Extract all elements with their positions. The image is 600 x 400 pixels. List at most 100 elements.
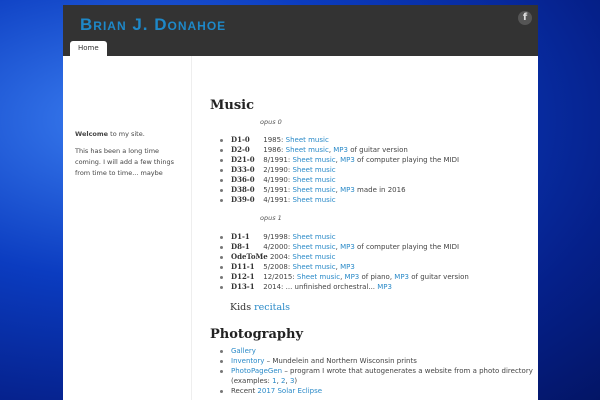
item-link[interactable]: Sheet music: [292, 176, 335, 184]
item-text: 9/1998:: [263, 233, 293, 241]
music-heading: Music: [210, 98, 255, 113]
item-text: 12/2015:: [263, 273, 297, 281]
item-text: of guitar version: [409, 273, 469, 281]
piece-code: D1-0: [231, 135, 250, 144]
list-item: D1-0 1985: Sheet music: [220, 135, 459, 145]
piece-code: D2-0: [231, 145, 250, 154]
item-link[interactable]: MP3: [377, 283, 392, 291]
list-item: Gallery: [220, 346, 533, 356]
item-link[interactable]: Inventory: [231, 357, 264, 365]
item-link[interactable]: Sheet music: [292, 253, 335, 261]
list-item: D8-1 4/2000: Sheet music, MP3 of compute…: [220, 242, 469, 252]
piece-code: D1-1: [231, 232, 250, 241]
list-item: D11-1 5/2008: Sheet music, MP3: [220, 262, 469, 272]
piece-code: D38-0: [231, 185, 255, 194]
photography-list: Gallery Inventory – Mundelein and Norther…: [220, 346, 533, 396]
item-text: 5/2008:: [263, 263, 293, 271]
sidebar: Welcome to my site. This has been a long…: [63, 56, 192, 400]
item-link[interactable]: Sheet music: [286, 146, 329, 154]
facebook-icon[interactable]: f: [518, 11, 532, 25]
item-text: – Mundelein and Northern Wisconsin print…: [264, 357, 417, 365]
content: Welcome to my site. This has been a long…: [63, 56, 538, 400]
piece-code: D11-1: [231, 262, 255, 271]
list-item: D2-0 1986: Sheet music, MP3 of guitar ve…: [220, 145, 459, 155]
piece-code: D39-0: [231, 195, 255, 204]
item-text: 4/2000:: [263, 243, 293, 251]
item-link[interactable]: 2017 Solar Eclipse: [257, 387, 322, 395]
item-text: 1985:: [263, 136, 286, 144]
kids-label: Kids: [230, 302, 252, 313]
item-text: ): [294, 377, 298, 385]
welcome-rest: to my site.: [108, 130, 145, 138]
item-text: 5/1991:: [263, 186, 293, 194]
list-item: Inventory – Mundelein and Northern Wisco…: [220, 356, 533, 366]
item-text: of guitar version: [347, 146, 408, 154]
list-item: D38-0 5/1991: Sheet music, MP3 made in 2…: [220, 185, 459, 195]
item-link[interactable]: Sheet music: [292, 196, 335, 204]
item-link[interactable]: PhotoPageGen: [231, 367, 282, 375]
list-item: D21-0 8/1991: Sheet music, MP3 of comput…: [220, 155, 459, 165]
welcome-bold: Welcome: [75, 130, 109, 138]
list-item: D13-1 2014: ... unfinished orchestral...…: [220, 282, 469, 292]
item-text: – program I wrote that autogenerates a w…: [282, 367, 533, 375]
opus-1-list: D1-1 9/1998: Sheet music D8-1 4/2000: She…: [220, 232, 469, 292]
welcome-text: Welcome to my site.: [75, 129, 179, 140]
item-link[interactable]: Sheet music: [292, 156, 335, 164]
item-text: of computer playing the MIDI: [354, 243, 460, 251]
list-item: D33-0 2/1990: Sheet music: [220, 165, 459, 175]
item-link[interactable]: MP3: [340, 186, 355, 194]
piece-code: D36-0: [231, 175, 255, 184]
item-text: 2014: ... unfinished orchestral...: [263, 283, 378, 291]
item-link[interactable]: Sheet music: [292, 243, 335, 251]
item-text: (examples:: [231, 377, 273, 385]
item-text: of computer playing the MIDI: [354, 156, 460, 164]
piece-code: D21-0: [231, 155, 255, 164]
item-link[interactable]: Sheet music: [292, 263, 335, 271]
list-item: D1-1 9/1998: Sheet music: [220, 232, 469, 242]
item-text: of piano,: [359, 273, 395, 281]
sidebar-note: This has been a long time coming. I will…: [75, 147, 174, 177]
piece-code: D33-0: [231, 165, 255, 174]
list-item: (examples: 1, 2, 3): [220, 376, 533, 386]
piece-code: D12-1: [231, 272, 255, 281]
item-link[interactable]: MP3: [340, 156, 355, 164]
opus-0-label: opus 0: [260, 118, 282, 126]
list-item: Recent 2017 Solar Eclipse: [220, 386, 533, 396]
item-text: 1986:: [263, 146, 286, 154]
item-link[interactable]: Gallery: [231, 347, 256, 355]
recitals-link[interactable]: recitals: [254, 302, 290, 313]
item-link[interactable]: Sheet music: [292, 233, 335, 241]
opus-0-list: D1-0 1985: Sheet music D2-0 1986: Sheet m…: [220, 135, 459, 205]
item-link[interactable]: Sheet music: [292, 166, 335, 174]
list-item: D39-0 4/1991: Sheet music: [220, 195, 459, 205]
site-header: Brian J. Donahoe f Home: [63, 5, 538, 56]
nav-tab-home[interactable]: Home: [70, 41, 107, 56]
site-title[interactable]: Brian J. Donahoe: [80, 15, 226, 35]
item-text: 2004:: [269, 253, 293, 261]
piece-code: D8-1: [231, 242, 250, 251]
item-text: 2/1990:: [263, 166, 293, 174]
piece-code: OdeToMe: [231, 252, 268, 261]
page: Brian J. Donahoe f Home Welcome to my si…: [63, 5, 538, 400]
piece-code: D13-1: [231, 282, 255, 291]
item-text: 4/1991:: [263, 196, 293, 204]
item-link[interactable]: MP3: [345, 273, 360, 281]
list-item: OdeToMe 2004: Sheet music: [220, 252, 469, 262]
opus-1-label: opus 1: [260, 214, 282, 222]
item-link[interactable]: Sheet music: [292, 186, 335, 194]
item-text: 8/1991:: [263, 156, 293, 164]
item-link[interactable]: MP3: [340, 263, 355, 271]
list-item: PhotoPageGen – program I wrote that auto…: [220, 366, 533, 376]
item-link[interactable]: Sheet music: [297, 273, 340, 281]
list-item: D36-0 4/1990: Sheet music: [220, 175, 459, 185]
item-link[interactable]: Sheet music: [286, 136, 329, 144]
photography-heading: Photography: [210, 327, 304, 342]
item-link[interactable]: MP3: [333, 146, 348, 154]
list-item: D12-1 12/2015: Sheet music, MP3 of piano…: [220, 272, 469, 282]
item-link[interactable]: MP3: [340, 243, 355, 251]
item-text: made in 2016: [354, 186, 406, 194]
item-text: 4/1990:: [263, 176, 293, 184]
item-text: Recent: [231, 387, 258, 395]
item-link[interactable]: MP3: [394, 273, 409, 281]
kids-recitals: Kids recitals: [230, 302, 290, 313]
